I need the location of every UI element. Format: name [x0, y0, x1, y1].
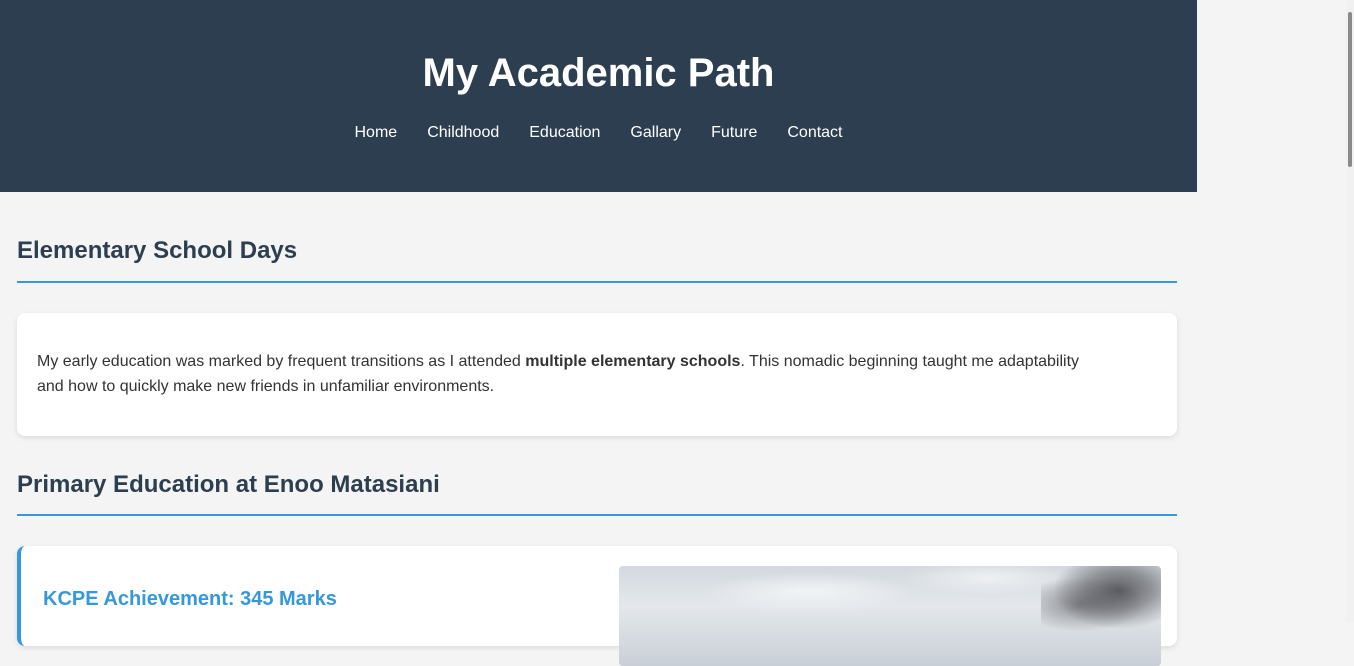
site-header: My Academic Path Home Childhood Educatio…: [0, 0, 1197, 192]
description-bold-text: multiple elementary schools: [525, 353, 741, 370]
nav-gallary-link[interactable]: Gallary: [630, 123, 681, 143]
photo-cloud: [699, 572, 919, 612]
description-text-start: My early education was marked by frequen…: [37, 353, 526, 370]
site-title: My Academic Path: [422, 51, 775, 95]
photo-tree: [1041, 566, 1161, 636]
main-nav: Home Childhood Education Gallary Future …: [0, 123, 1197, 143]
scrollbar-thumb[interactable]: [1348, 12, 1352, 167]
page-scrollbar[interactable]: [1346, 0, 1354, 622]
elementary-description: My early education was marked by frequen…: [37, 349, 1097, 399]
elementary-card: My early education was marked by frequen…: [17, 313, 1177, 436]
nav-contact-link[interactable]: Contact: [787, 123, 842, 143]
nav-education-link[interactable]: Education: [529, 123, 600, 143]
kcpe-heading: KCPE Achievement: 345 Marks: [43, 588, 337, 610]
nav-childhood-link[interactable]: Childhood: [427, 123, 499, 143]
primary-section-title: Primary Education at Enoo Matasiani: [17, 470, 1177, 516]
school-photo: [619, 566, 1161, 666]
primary-card: KCPE Achievement: 345 Marks: [17, 546, 1177, 666]
nav-home-link[interactable]: Home: [355, 123, 398, 143]
elementary-section-title: Elementary School Days: [17, 236, 1177, 283]
nav-future-link[interactable]: Future: [711, 123, 757, 143]
page: My Academic Path Home Childhood Educatio…: [0, 0, 1197, 666]
